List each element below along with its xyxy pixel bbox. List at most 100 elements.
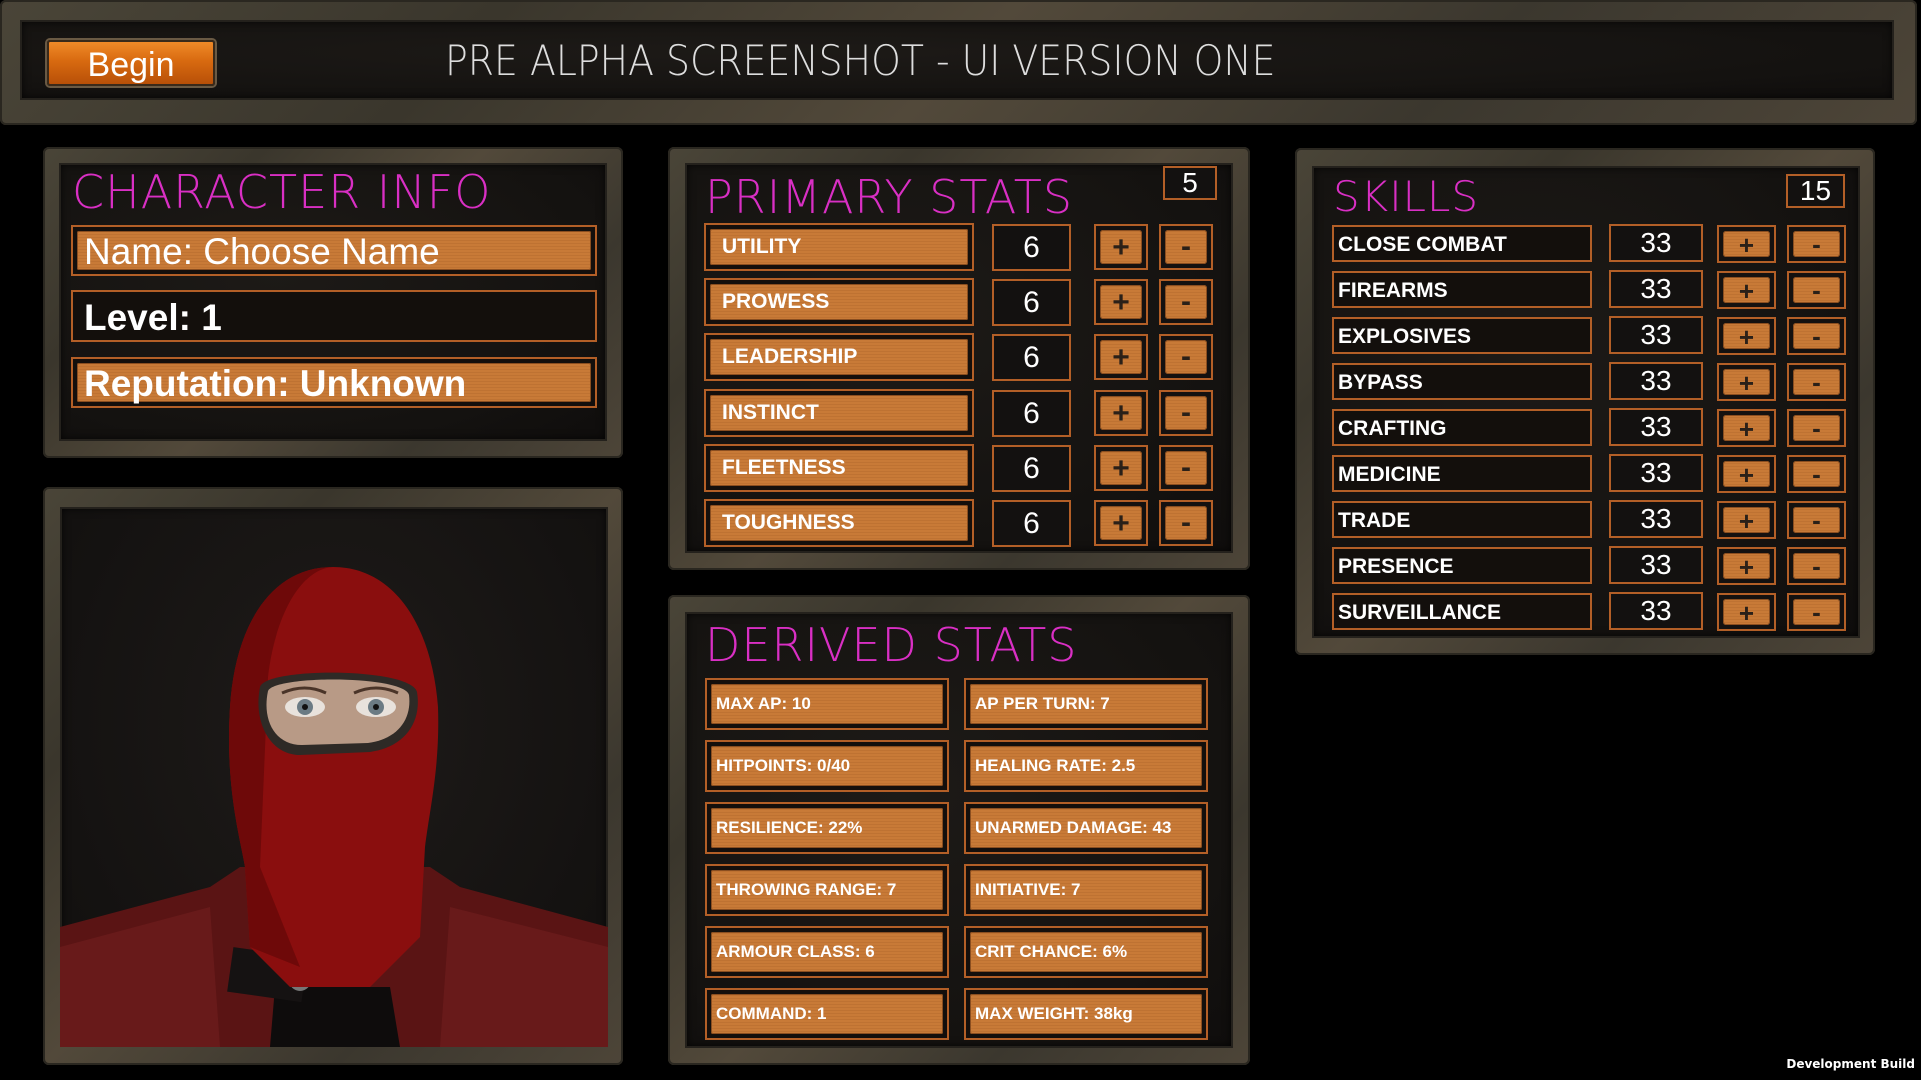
- decrease-skill-button[interactable]: -: [1787, 501, 1846, 539]
- increase-stat-button[interactable]: +: [1094, 224, 1148, 270]
- skill-label: PRESENCE: [1338, 555, 1454, 578]
- decrease-skill-button[interactable]: -: [1787, 455, 1846, 493]
- decrease-stat-button[interactable]: -: [1159, 389, 1213, 436]
- increase-stat-button[interactable]: +: [1094, 279, 1148, 326]
- skill-label-box: BYPASS: [1332, 363, 1592, 400]
- primary-stat-label: UTILITY: [722, 235, 802, 258]
- begin-label: Begin: [87, 46, 175, 84]
- derived-stat-text: MAX AP: 10: [716, 694, 811, 713]
- skill-value: 33: [1609, 454, 1703, 492]
- plus-icon: +: [1723, 461, 1770, 489]
- derived-stat: THROWING RANGE: 7: [705, 864, 949, 916]
- minus-icon: -: [1165, 450, 1207, 485]
- skill-value: 33: [1609, 270, 1703, 308]
- derived-stat-text: RESILIENCE: 22%: [716, 818, 863, 837]
- skill-label: BYPASS: [1338, 371, 1423, 394]
- minus-icon: -: [1793, 231, 1840, 257]
- skill-label-box: EXPLOSIVES: [1332, 317, 1592, 354]
- primary-stat-value: 6: [992, 279, 1071, 327]
- derived-stat: HEALING RATE: 2.5: [964, 740, 1208, 792]
- decrease-skill-button[interactable]: -: [1787, 225, 1846, 263]
- decrease-stat-button[interactable]: -: [1159, 224, 1213, 270]
- plus-icon: +: [1723, 507, 1770, 535]
- minus-icon: -: [1165, 506, 1207, 540]
- decrease-skill-button[interactable]: -: [1787, 409, 1846, 447]
- name-field[interactable]: Name: Choose Name: [71, 225, 597, 276]
- primary-stat-value: 6: [992, 334, 1071, 382]
- derived-stat: MAX AP: 10: [705, 678, 949, 730]
- decrease-stat-button[interactable]: -: [1159, 279, 1213, 326]
- primary-points-remaining: 5: [1163, 166, 1217, 200]
- derived-stat-text: CRIT CHANCE: 6%: [975, 942, 1128, 961]
- skill-label-box: MEDICINE: [1332, 455, 1592, 492]
- decrease-skill-button[interactable]: -: [1787, 547, 1846, 585]
- skills-title: SKILLS: [1333, 172, 1480, 221]
- increase-skill-button[interactable]: +: [1717, 271, 1776, 309]
- skill-value: 33: [1609, 592, 1703, 630]
- derived-stat-text: COMMAND: 1: [716, 1004, 827, 1023]
- skill-label-box: PRESENCE: [1332, 547, 1592, 584]
- decrease-skill-button[interactable]: -: [1787, 593, 1846, 631]
- skill-label: MEDICINE: [1338, 463, 1441, 486]
- skill-value: 33: [1609, 546, 1703, 584]
- character-info-title: CHARACTER INFO: [72, 165, 492, 219]
- increase-stat-button[interactable]: +: [1094, 500, 1148, 546]
- plus-icon: +: [1723, 323, 1770, 351]
- derived-stat-text: MAX WEIGHT: 38kg: [975, 1004, 1133, 1023]
- primary-stat-value: 6: [992, 389, 1071, 437]
- plus-icon: +: [1100, 506, 1142, 540]
- skill-label-box: FIREARMS: [1332, 271, 1592, 308]
- plus-icon: +: [1100, 395, 1142, 430]
- skill-points-remaining: 15: [1786, 174, 1845, 208]
- skill-label: CRAFTING: [1338, 417, 1447, 440]
- skill-label-box: SURVEILLANCE: [1332, 593, 1592, 630]
- derived-stat: INITIATIVE: 7: [964, 864, 1208, 916]
- increase-skill-button[interactable]: +: [1717, 363, 1776, 401]
- skill-value: 33: [1609, 500, 1703, 538]
- derived-stat-text: HITPOINTS: 0/40: [716, 756, 851, 775]
- portrait-panel: [43, 487, 623, 1065]
- increase-skill-button[interactable]: +: [1717, 547, 1776, 585]
- decrease-stat-button[interactable]: -: [1159, 444, 1213, 491]
- plus-icon: +: [1723, 599, 1770, 627]
- reputation-display: Reputation: Unknown: [71, 357, 597, 408]
- begin-button[interactable]: Begin: [47, 40, 215, 86]
- primary-stat-label-box: UTILITY: [704, 223, 974, 271]
- derived-stat-text: INITIATIVE: 7: [975, 880, 1081, 899]
- increase-skill-button[interactable]: +: [1717, 409, 1776, 447]
- skill-value: 33: [1609, 362, 1703, 400]
- derived-stat: RESILIENCE: 22%: [705, 802, 949, 854]
- minus-icon: -: [1793, 599, 1840, 625]
- decrease-skill-button[interactable]: -: [1787, 317, 1846, 355]
- derived-stat-text: THROWING RANGE: 7: [716, 880, 897, 899]
- increase-skill-button[interactable]: +: [1717, 317, 1776, 355]
- decrease-skill-button[interactable]: -: [1787, 271, 1846, 309]
- skill-label: TRADE: [1338, 509, 1411, 532]
- primary-stat-label: TOUGHNESS: [722, 511, 855, 534]
- increase-skill-button[interactable]: +: [1717, 225, 1776, 263]
- primary-stat-label: INSTINCT: [722, 400, 819, 424]
- derived-stat: AP PER TURN: 7: [964, 678, 1208, 730]
- increase-skill-button[interactable]: +: [1717, 501, 1776, 539]
- level-text: Level: 1: [84, 297, 222, 338]
- decrease-stat-button[interactable]: -: [1159, 334, 1213, 381]
- increase-stat-button[interactable]: +: [1094, 389, 1148, 436]
- plus-icon: +: [1100, 285, 1142, 320]
- skill-label-box: CLOSE COMBAT: [1332, 225, 1592, 262]
- minus-icon: -: [1793, 461, 1840, 487]
- increase-skill-button[interactable]: +: [1717, 593, 1776, 631]
- minus-icon: -: [1165, 285, 1207, 320]
- minus-icon: -: [1793, 323, 1840, 349]
- skill-value: 33: [1609, 408, 1703, 446]
- decrease-stat-button[interactable]: -: [1159, 500, 1213, 546]
- increase-stat-button[interactable]: +: [1094, 444, 1148, 491]
- decrease-skill-button[interactable]: -: [1787, 363, 1846, 401]
- skill-label-box: CRAFTING: [1332, 409, 1592, 446]
- primary-stat-label-box: PROWESS: [704, 278, 974, 327]
- increase-stat-button[interactable]: +: [1094, 334, 1148, 381]
- plus-icon: +: [1100, 450, 1142, 485]
- primary-stat-label-box: INSTINCT: [704, 388, 974, 437]
- primary-stats-title: PRIMARY STATS: [705, 170, 1074, 224]
- increase-skill-button[interactable]: +: [1717, 455, 1776, 493]
- plus-icon: +: [1100, 230, 1142, 264]
